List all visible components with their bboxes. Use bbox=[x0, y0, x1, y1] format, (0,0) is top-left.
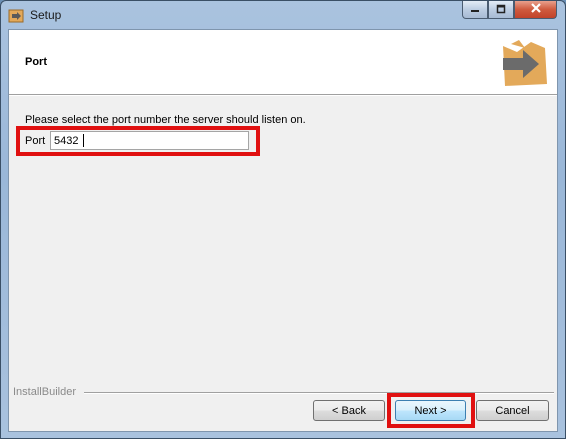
maximize-button[interactable] bbox=[488, 1, 514, 19]
window-title: Setup bbox=[30, 8, 62, 22]
next-highlight-box bbox=[387, 393, 475, 428]
footer-divider bbox=[84, 392, 554, 394]
back-button[interactable]: < Back bbox=[313, 400, 385, 421]
setup-window: Setup Port Please select the port number… bbox=[0, 0, 566, 439]
window-controls bbox=[462, 1, 557, 19]
close-button[interactable] bbox=[514, 1, 557, 19]
title-bar[interactable]: Setup bbox=[1, 1, 565, 29]
close-icon bbox=[530, 1, 542, 19]
installer-arrow-logo bbox=[497, 38, 553, 90]
installer-box-icon bbox=[8, 7, 24, 23]
port-highlight-box bbox=[16, 126, 260, 156]
minimize-icon bbox=[470, 1, 480, 19]
header-divider bbox=[9, 94, 557, 96]
installbuilder-label: InstallBuilder bbox=[13, 386, 76, 398]
wizard-body: Port Please select the port number the s… bbox=[8, 29, 558, 432]
page-title: Port bbox=[25, 56, 47, 68]
wizard-header: Port bbox=[9, 30, 557, 94]
maximize-icon bbox=[496, 1, 506, 19]
minimize-button[interactable] bbox=[462, 1, 488, 19]
cancel-button[interactable]: Cancel bbox=[476, 400, 549, 421]
instruction-text: Please select the port number the server… bbox=[25, 114, 306, 126]
